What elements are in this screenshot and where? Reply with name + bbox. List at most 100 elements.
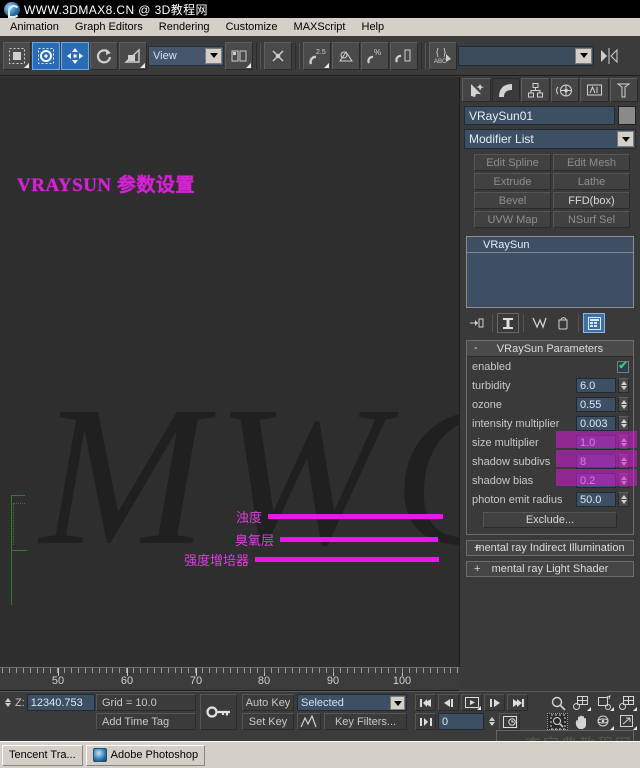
modify-curve-icon[interactable] [491, 78, 520, 102]
motion-wheel-icon[interactable] [550, 78, 579, 102]
zoom-extents-all-icon[interactable] [616, 694, 637, 711]
spinner-snap-icon[interactable] [390, 41, 418, 70]
arc-rotate-icon[interactable] [593, 713, 614, 730]
shadow-bias-spinner[interactable]: 0.2 [576, 473, 629, 488]
rollout-toggle-sign[interactable]: + [474, 542, 480, 554]
ozone-spinner[interactable]: 0.55 [576, 397, 629, 412]
zoom-all-icon[interactable] [570, 694, 591, 711]
step-forward-icon[interactable] [484, 694, 505, 711]
photon-emit-radius-value[interactable]: 50.0 [576, 492, 616, 507]
spinner-arrows-icon[interactable] [618, 435, 629, 450]
auto-key-button[interactable]: Auto Key [242, 694, 294, 711]
size-multiplier-value[interactable]: 1.0 [576, 435, 616, 450]
menu-item-animation[interactable]: Animation [2, 20, 67, 34]
utilities-hammer-icon[interactable] [609, 78, 638, 102]
current-frame-field[interactable]: 0 [438, 713, 484, 730]
menu-item-maxscript[interactable]: MAXScript [286, 20, 354, 34]
turbidity-value[interactable]: 6.0 [576, 378, 616, 393]
menu-item-help[interactable]: Help [354, 20, 393, 34]
intensity-multiplier-value[interactable]: 0.003 [576, 416, 616, 431]
modifier-stack-item[interactable]: VRaySun [467, 239, 633, 253]
timeline-ruler[interactable]: 50 60 70 80 90 100 (function(){ var r=do… [0, 667, 459, 691]
play-icon[interactable] [461, 694, 482, 711]
zoom-extents-icon[interactable] [593, 694, 614, 711]
add-time-tag-button[interactable]: Add Time Tag [96, 713, 196, 730]
ozone-value[interactable]: 0.55 [576, 397, 616, 412]
hand-icon[interactable] [570, 713, 591, 730]
use-pivot-point-center-icon[interactable] [225, 41, 253, 70]
menu-item-rendering[interactable]: Rendering [151, 20, 218, 34]
rollout-header[interactable]: - VRaySun Parameters [467, 341, 633, 357]
rollout-toggle-sign[interactable]: + [474, 563, 480, 575]
magnifier-icon[interactable] [547, 694, 568, 711]
object-name-field[interactable]: VRaySun01 [464, 106, 615, 125]
step-back-icon[interactable] [438, 694, 459, 711]
intensity-multiplier-spinner[interactable]: 0.003 [576, 416, 629, 431]
chevron-down-icon[interactable] [390, 696, 405, 710]
modifier-button-edit-mesh[interactable]: Edit Mesh [553, 154, 630, 171]
selection-set-dropdown[interactable]: Selected [297, 694, 407, 711]
pin-icon[interactable] [466, 313, 488, 333]
chevron-down-icon[interactable] [617, 131, 634, 147]
rotate-icon[interactable] [90, 41, 118, 70]
create-arrow-icon[interactable] [462, 78, 491, 102]
spinner-arrows-icon[interactable] [618, 416, 629, 431]
rollout-mental-ray-light-shader[interactable]: + mental ray Light Shader [466, 561, 634, 577]
modifier-button-lathe[interactable]: Lathe [553, 173, 630, 190]
clock-icon[interactable] [499, 713, 520, 730]
taskbar-item-photoshop[interactable]: Adobe Photoshop [85, 744, 206, 766]
menu-item-graph-editors[interactable]: Graph Editors [67, 20, 151, 34]
hierarchy-icon[interactable] [521, 78, 550, 102]
scale-icon[interactable] [119, 41, 147, 70]
key-filters-button[interactable]: Key Filters... [324, 713, 407, 730]
modifier-button-edit-spline[interactable]: Edit Spline [474, 154, 551, 171]
menu-item-customize[interactable]: Customize [218, 20, 286, 34]
maximize-viewport-icon[interactable] [616, 713, 637, 730]
region-zoom-icon[interactable] [547, 713, 568, 730]
reference-coordinate-system-select[interactable]: View [148, 45, 224, 66]
spinner-arrows-icon[interactable] [618, 473, 629, 488]
shadow-subdivs-value[interactable]: 8 [576, 454, 616, 469]
modifier-list-dropdown[interactable]: Modifier List [464, 129, 636, 149]
select-rect-icon[interactable] [3, 41, 31, 70]
exclude-button[interactable]: Exclude... [483, 512, 617, 528]
viewport[interactable]: MWG VRAYSUN 参数设置 浊度 臭氧层 强度增培器 [0, 77, 459, 667]
display-monitor-icon[interactable] [580, 78, 609, 102]
mirror-icon[interactable] [595, 41, 623, 70]
modifier-button-ffd-box[interactable]: FFD(box) [553, 192, 630, 209]
shadow-subdivs-spinner[interactable]: 8 [576, 454, 629, 469]
chevron-down-icon[interactable] [575, 47, 592, 64]
select-and-link-icon[interactable] [264, 41, 292, 70]
shadow-bias-value[interactable]: 0.2 [576, 473, 616, 488]
configure-sets-icon[interactable] [583, 313, 605, 333]
set-key-button[interactable]: Set Key [242, 713, 294, 730]
key-mode-curve-icon[interactable] [297, 713, 321, 730]
spinner-arrows-icon[interactable] [618, 397, 629, 412]
skip-forward-icon[interactable] [507, 694, 528, 711]
key-mode-icon[interactable] [415, 713, 436, 730]
trash-icon[interactable] [552, 313, 574, 333]
spinner-arrows-icon[interactable] [618, 378, 629, 393]
modifier-button-nsurf-sel[interactable]: NSurf Sel [553, 211, 630, 228]
angle-snap-icon[interactable] [332, 41, 360, 70]
abc-brackets-icon[interactable]: { } ABC [429, 41, 457, 70]
z-coordinate-field[interactable]: 12340.753 [26, 694, 95, 711]
chevron-down-icon[interactable] [205, 47, 222, 64]
object-color-swatch[interactable] [618, 106, 636, 125]
make-unique-icon[interactable] [528, 313, 550, 333]
taskbar-item-tencent[interactable]: Tencent Tra... [2, 744, 83, 766]
show-end-result-icon[interactable] [497, 313, 519, 333]
turbidity-spinner[interactable]: 6.0 [576, 378, 629, 393]
skip-back-icon[interactable] [415, 694, 436, 711]
select-by-name-icon[interactable] [32, 41, 60, 70]
rollout-toggle-sign[interactable]: - [474, 342, 478, 354]
modifier-button-extrude[interactable]: Extrude [474, 173, 551, 190]
modifier-button-uvw-map[interactable]: UVW Map [474, 211, 551, 228]
photon-emit-radius-spinner[interactable]: 50.0 [576, 492, 629, 507]
named-selection-sets-field[interactable] [458, 45, 594, 66]
modifier-stack[interactable]: VRaySun [466, 236, 634, 308]
move-arrows-icon[interactable] [61, 41, 89, 70]
coordinate-spinner-icon[interactable] [2, 695, 13, 711]
rollout-mental-ray-indirect-illumination[interactable]: + mental ray Indirect Illumination [466, 540, 634, 556]
spinner-arrows-icon[interactable] [618, 454, 629, 469]
